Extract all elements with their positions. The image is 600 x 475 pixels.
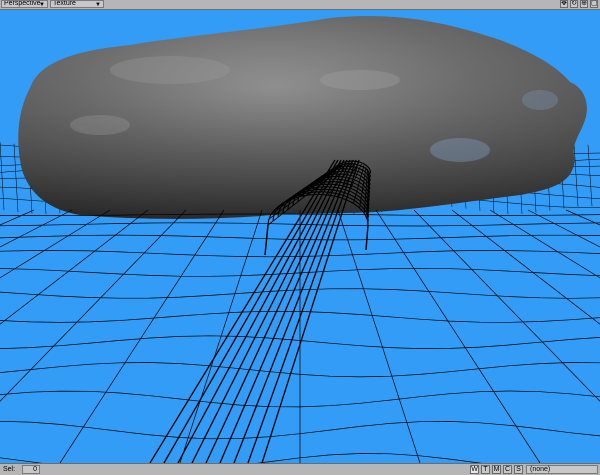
ground-grid-col <box>0 209 73 248</box>
viewport-controls: ✥ ↻ ⊕ ▢ <box>560 0 598 9</box>
render-mode-dropdown[interactable]: Texture ▼ <box>50 0 104 8</box>
toggle-s-button[interactable]: S <box>514 465 523 474</box>
ground-grid-col <box>375 209 541 463</box>
scene-canvas[interactable] <box>0 10 600 463</box>
status-bar: Sel: 0 WTMCS (none) <box>0 463 600 475</box>
render-toggle-buttons: WTMCS <box>470 465 523 474</box>
far-grid-col <box>0 141 5 211</box>
rock-highlight <box>110 56 230 84</box>
toggle-c-button[interactable]: C <box>503 465 512 474</box>
ground-grid-col <box>0 209 149 325</box>
toggle-w-button[interactable]: W <box>470 465 479 474</box>
view-mode-label: Perspective <box>4 0 41 7</box>
zoom-icon[interactable]: ⊕ <box>580 0 588 8</box>
ground-grid-col <box>0 209 35 226</box>
viewport-toolbar: Perspective ▼ Texture ▼ ✥ ↻ ⊕ ▢ <box>0 0 600 10</box>
layer-field[interactable]: (none) <box>526 465 598 474</box>
render-mode-label: Texture <box>53 0 76 7</box>
rock-highlight <box>430 138 490 162</box>
rock-highlight <box>70 115 130 135</box>
rock-highlight <box>320 70 400 90</box>
view-mode-dropdown[interactable]: Perspective ▼ <box>1 0 48 8</box>
ground-grid-col <box>0 209 111 279</box>
rock-mesh <box>18 16 587 219</box>
rotate-icon[interactable]: ↻ <box>570 0 578 8</box>
ground-grid-col <box>565 209 600 226</box>
chevron-down-icon: ▼ <box>95 2 101 8</box>
move-icon[interactable]: ✥ <box>560 0 568 8</box>
tunnel-wall-right <box>365 224 369 251</box>
toggle-t-button[interactable]: T <box>481 465 490 474</box>
maximize-icon[interactable]: ▢ <box>590 0 598 8</box>
toggle-m-button[interactable]: M <box>492 465 501 474</box>
selection-label: Sel: <box>3 466 16 473</box>
ground-grid-col <box>59 209 225 463</box>
ground-grid-col <box>337 209 421 463</box>
ground-grid-col <box>0 209 187 402</box>
tunnel-wall-left <box>264 224 269 256</box>
perspective-viewport[interactable] <box>0 10 600 463</box>
selection-count: 0 <box>22 465 40 474</box>
rock-highlight <box>522 90 558 110</box>
chevron-down-icon: ▼ <box>39 2 45 8</box>
ground-grid-col <box>527 209 600 248</box>
ground-grid-col <box>451 209 600 325</box>
